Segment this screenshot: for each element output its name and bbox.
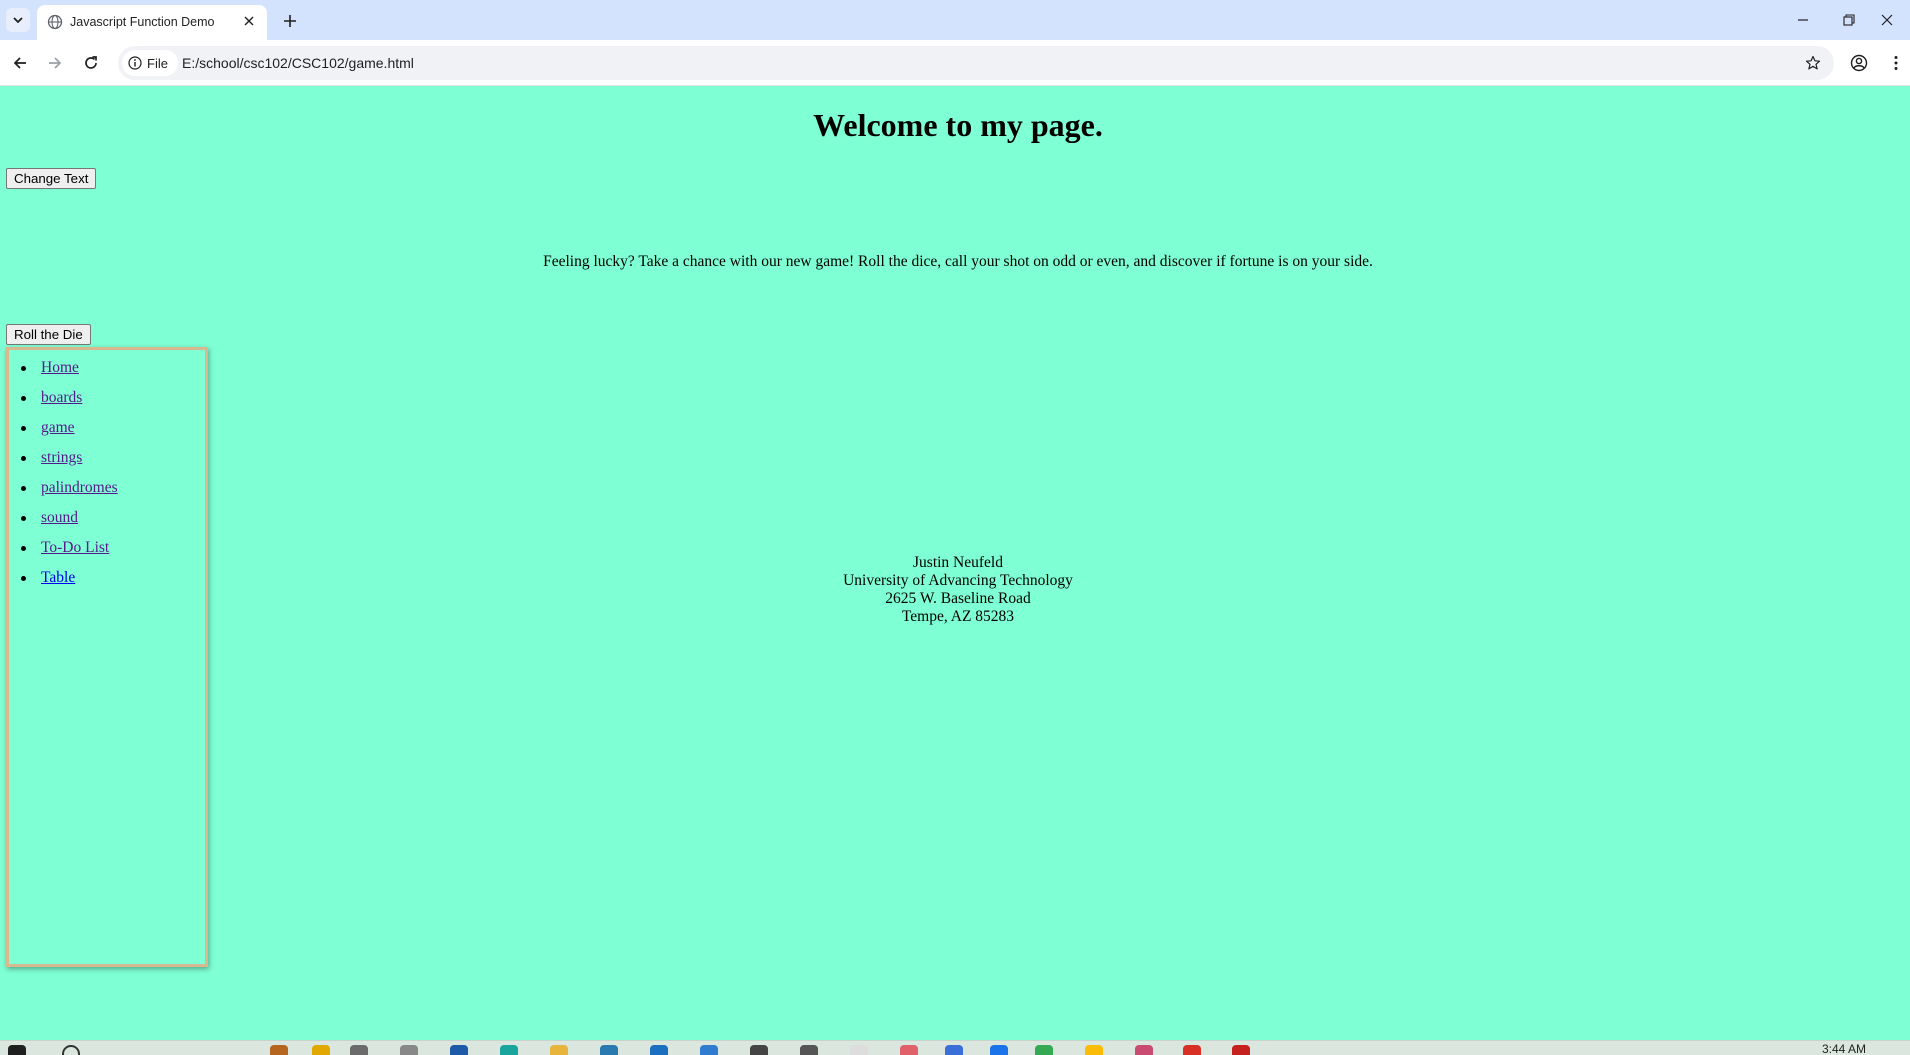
tab-title: Javascript Function Demo (70, 15, 215, 29)
plus-icon (284, 15, 296, 27)
minimize-icon (1798, 19, 1808, 21)
restore-icon (1843, 14, 1855, 26)
address-street: 2625 W. Baseline Road (885, 590, 1031, 607)
roll-die-button[interactable]: Roll the Die (6, 324, 91, 345)
app-icon[interactable] (1085, 1045, 1103, 1055)
back-button[interactable] (6, 49, 34, 77)
address-block: Justin Neufeld University of Advancing T… (0, 554, 1910, 626)
profile-icon (1850, 54, 1868, 72)
new-tab-button[interactable] (277, 8, 303, 34)
app-icon[interactable] (700, 1045, 718, 1055)
nav-item-sound: sound (21, 508, 205, 538)
close-icon (1881, 14, 1893, 26)
reload-icon (85, 56, 97, 69)
nav-link-strings[interactable]: strings (41, 449, 82, 466)
app-icon[interactable] (600, 1045, 618, 1055)
nav-item-palindromes: palindromes (21, 478, 205, 508)
chevron-down-icon (13, 17, 23, 24)
os-taskbar: 3:44 AM (0, 1040, 1910, 1055)
forward-button[interactable] (41, 49, 69, 77)
nav-item-home: Home (21, 358, 205, 388)
page-title: Welcome to my page. (813, 107, 1103, 143)
app-icon[interactable] (1135, 1045, 1153, 1055)
address-city: Tempe, AZ 85283 (901, 608, 1015, 625)
app-icon[interactable] (1183, 1045, 1201, 1055)
star-icon (1805, 55, 1821, 70)
app-icon[interactable] (400, 1045, 418, 1055)
nav-sidebar: Home boards game strings palindromes sou… (6, 347, 208, 967)
tab-search-button[interactable] (6, 8, 30, 32)
minimize-button[interactable] (1780, 6, 1826, 34)
app-icon[interactable] (900, 1045, 918, 1055)
intro-paragraph: Feeling lucky? Take a chance with our ne… (543, 252, 1373, 270)
close-window-button[interactable] (1864, 6, 1910, 34)
app-icon[interactable] (350, 1045, 368, 1055)
url-text: E:/school/csc102/CSC102/game.html (182, 55, 414, 71)
arrow-right-icon (49, 57, 62, 69)
nav-link-game[interactable]: game (41, 419, 75, 436)
nav-item-boards: boards (21, 388, 205, 418)
taskbar-clock: 3:44 AM (1821, 1042, 1866, 1055)
search-icon[interactable] (62, 1045, 80, 1055)
info-icon (128, 56, 142, 70)
browser-tab-strip: Javascript Function Demo (0, 0, 1910, 40)
bookmark-button[interactable] (1802, 52, 1824, 74)
nav-link-home[interactable]: Home (41, 359, 79, 376)
app-icon[interactable] (550, 1045, 568, 1055)
app-icon[interactable] (1232, 1045, 1250, 1055)
active-tab[interactable]: Javascript Function Demo (37, 5, 267, 40)
address-org: University of Advancing Technology (843, 572, 1073, 589)
nav-link-palindromes[interactable]: palindromes (41, 479, 118, 496)
address-bar[interactable]: File E:/school/csc102/CSC102/game.html (118, 46, 1834, 80)
app-icon[interactable] (800, 1045, 818, 1055)
reload-button[interactable] (77, 49, 105, 77)
app-icon[interactable] (990, 1045, 1008, 1055)
app-icon[interactable] (945, 1045, 963, 1055)
app-icon[interactable] (650, 1045, 668, 1055)
profile-button[interactable] (1845, 49, 1873, 77)
close-tab-button[interactable] (239, 11, 259, 31)
security-chip-label: File (147, 55, 168, 71)
app-icon[interactable] (850, 1045, 868, 1055)
close-icon (244, 16, 254, 26)
browser-toolbar: File E:/school/csc102/CSC102/game.html (0, 40, 1910, 86)
site-info-chip[interactable]: File (122, 50, 178, 76)
nav-link-sound[interactable]: sound (41, 509, 78, 526)
nav-item-strings: strings (21, 448, 205, 478)
arrow-left-icon (13, 57, 26, 69)
app-icon[interactable] (500, 1045, 518, 1055)
address-name: Justin Neufeld (913, 554, 1003, 571)
app-icon[interactable] (450, 1045, 468, 1055)
app-icon[interactable] (270, 1045, 288, 1055)
kebab-menu-icon (1894, 56, 1898, 70)
change-text-button[interactable]: Change Text (6, 168, 97, 189)
nav-item-game: game (21, 418, 205, 448)
app-icon[interactable] (1035, 1045, 1053, 1055)
start-icon[interactable] (8, 1045, 26, 1055)
app-icon[interactable] (750, 1045, 768, 1055)
globe-icon (47, 14, 63, 30)
nav-link-boards[interactable]: boards (41, 389, 82, 406)
page-content: Welcome to my page. Change Text Feeling … (0, 87, 1910, 1040)
menu-button[interactable] (1882, 49, 1910, 77)
app-icon[interactable] (312, 1045, 330, 1055)
